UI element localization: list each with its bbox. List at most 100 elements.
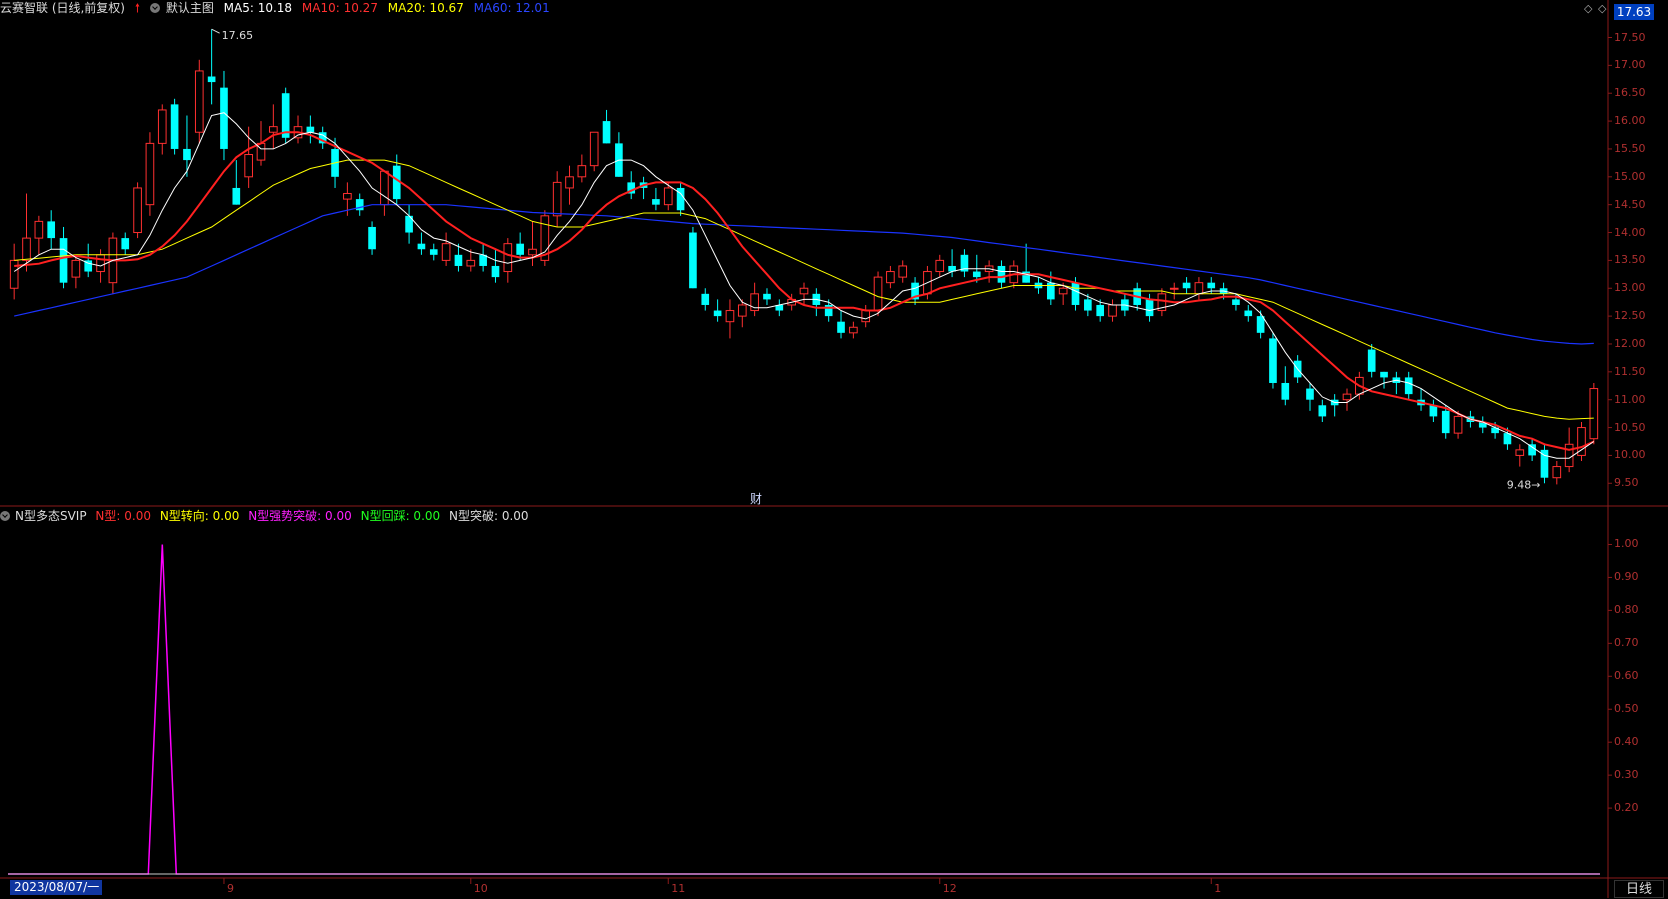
candle[interactable] xyxy=(157,104,167,155)
candle[interactable] xyxy=(71,254,81,289)
candle[interactable] xyxy=(47,210,56,250)
candle[interactable] xyxy=(552,171,562,227)
candle[interactable] xyxy=(935,254,945,278)
candle[interactable] xyxy=(997,260,1006,289)
candle[interactable] xyxy=(1552,460,1562,485)
candle[interactable] xyxy=(121,232,130,255)
candle[interactable] xyxy=(429,243,438,261)
candle[interactable] xyxy=(1429,399,1438,422)
candle[interactable] xyxy=(269,104,278,149)
candle[interactable] xyxy=(183,115,191,177)
candle[interactable] xyxy=(837,310,845,339)
candle[interactable] xyxy=(528,221,537,266)
candle[interactable] xyxy=(689,226,697,289)
candle[interactable] xyxy=(799,282,809,305)
candle[interactable] xyxy=(9,243,19,300)
candle[interactable] xyxy=(565,165,574,205)
indicator-tick-label: 1.00 xyxy=(1614,537,1639,551)
candle[interactable] xyxy=(1022,243,1030,283)
candle[interactable] xyxy=(1392,371,1401,395)
candle[interactable] xyxy=(589,131,599,172)
candle[interactable] xyxy=(1342,388,1352,411)
candle[interactable] xyxy=(1367,343,1376,378)
candle[interactable] xyxy=(84,243,93,278)
candle[interactable] xyxy=(207,29,216,105)
candle[interactable] xyxy=(713,299,722,322)
candle[interactable] xyxy=(1380,371,1388,389)
candle[interactable] xyxy=(615,132,623,177)
candle[interactable] xyxy=(1478,416,1487,434)
candle-body-down xyxy=(1269,338,1277,383)
candle[interactable] xyxy=(1515,444,1525,467)
candle[interactable] xyxy=(1169,282,1179,300)
candle[interactable] xyxy=(1157,288,1167,317)
candle[interactable] xyxy=(1269,332,1277,389)
candle[interactable] xyxy=(812,288,821,317)
candle-body-down xyxy=(1380,371,1388,378)
candle[interactable] xyxy=(1318,399,1327,422)
candle[interactable] xyxy=(1306,382,1314,411)
candle[interactable] xyxy=(627,171,636,200)
candle[interactable] xyxy=(194,59,204,144)
candle[interactable] xyxy=(886,265,895,289)
candle[interactable] xyxy=(417,232,426,255)
candle[interactable] xyxy=(244,126,253,188)
candle[interactable] xyxy=(775,299,784,317)
candle[interactable] xyxy=(898,260,908,283)
candle[interactable] xyxy=(380,170,389,216)
candle[interactable] xyxy=(1330,394,1339,417)
candle[interactable] xyxy=(1281,366,1290,406)
candle[interactable] xyxy=(293,115,303,144)
indicator-dropdown-icon[interactable] xyxy=(0,511,10,521)
candle[interactable] xyxy=(1194,277,1204,300)
candle[interactable] xyxy=(960,249,969,278)
candle[interactable] xyxy=(503,238,513,283)
candle[interactable] xyxy=(911,277,919,305)
candle[interactable] xyxy=(108,232,118,294)
candle[interactable] xyxy=(1577,421,1586,461)
candle[interactable] xyxy=(701,288,710,311)
candle[interactable] xyxy=(639,176,648,200)
cai-marker[interactable]: 财 xyxy=(750,490,762,507)
candle[interactable] xyxy=(306,115,315,144)
candle[interactable] xyxy=(355,193,364,216)
candle-body-up xyxy=(133,187,142,234)
candle-body-up xyxy=(71,259,81,278)
candle[interactable] xyxy=(602,109,611,144)
candle[interactable] xyxy=(984,260,994,283)
candle[interactable] xyxy=(1528,438,1536,461)
candle[interactable] xyxy=(1417,388,1425,411)
candle[interactable] xyxy=(281,87,290,144)
candle[interactable] xyxy=(725,299,735,339)
candle[interactable] xyxy=(861,304,871,328)
candle[interactable] xyxy=(763,288,771,305)
candle[interactable] xyxy=(1108,299,1117,322)
candle[interactable] xyxy=(1404,371,1413,400)
candle[interactable] xyxy=(34,215,44,255)
candle[interactable] xyxy=(652,187,660,211)
candle[interactable] xyxy=(145,132,155,216)
candle[interactable] xyxy=(1540,444,1549,484)
kline-chart[interactable]: 17.65 9.48→ xyxy=(0,0,1668,898)
candle[interactable] xyxy=(368,221,376,255)
candle[interactable] xyxy=(479,243,487,272)
candle[interactable] xyxy=(491,249,500,283)
candle[interactable] xyxy=(577,154,587,183)
candle[interactable] xyxy=(318,126,327,149)
candle[interactable] xyxy=(441,232,451,266)
candle[interactable] xyxy=(676,182,685,216)
candle[interactable] xyxy=(1084,293,1092,317)
candle[interactable] xyxy=(405,204,413,244)
candle[interactable] xyxy=(1589,382,1599,445)
candle[interactable] xyxy=(1182,277,1191,294)
period-button[interactable]: 日线 xyxy=(1614,880,1664,898)
indicator-name[interactable]: N型多态SVIP xyxy=(15,509,87,523)
candle[interactable] xyxy=(232,160,241,205)
candle[interactable] xyxy=(540,210,550,266)
candle[interactable] xyxy=(170,98,179,155)
candle[interactable] xyxy=(849,321,858,339)
candle[interactable] xyxy=(750,282,759,317)
candle[interactable] xyxy=(1244,304,1253,322)
candle[interactable] xyxy=(133,182,142,239)
candle[interactable] xyxy=(1256,310,1265,339)
